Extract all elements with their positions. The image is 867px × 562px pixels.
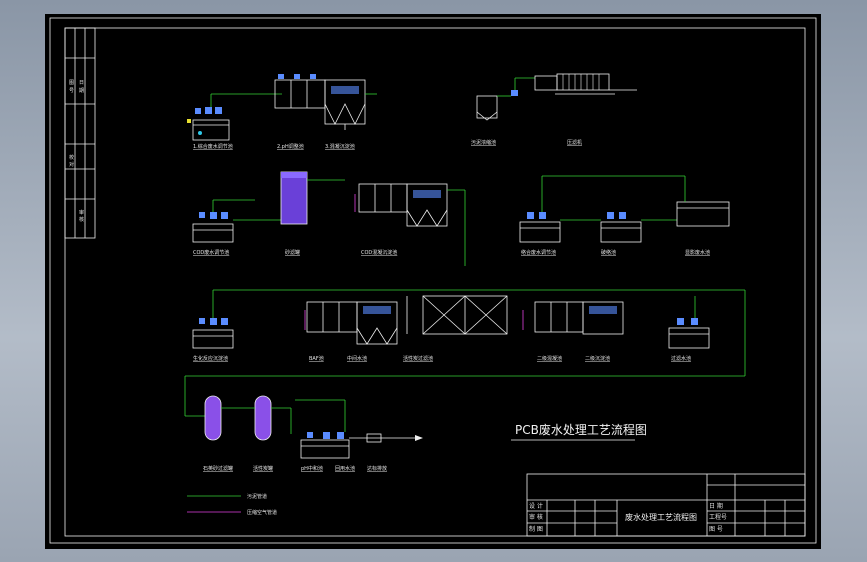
label-u23: 达标排放 (367, 465, 387, 472)
title-block-name: 废水处理工艺流程图 (625, 512, 697, 522)
tb-cell-review: 审 核 (529, 513, 543, 521)
label-u6: COD废水调节池 (193, 249, 229, 256)
row4-group: 石英砂过滤罐 活性炭罐 pH中和池 回用水池 达标排放 (184, 376, 423, 472)
tb-cell-drawno: 图 号 (709, 526, 723, 533)
label-u22: 回用水池 (335, 465, 355, 472)
label-u15: 活性炭过滤池 (403, 355, 433, 362)
row2-group: COD废水调节池 砂滤罐 COD混凝沉淀池 络合废水调节池 破络池 显影废水池 (192, 171, 730, 266)
drawing-title: PCB废水处理工艺流程图 (515, 422, 647, 437)
process-flow-diagram: 图 号 日 期 校 对 审 核 1.综合废水调节池 2.pH调整池 3.混凝沉淀… (49, 17, 817, 544)
label-u1: 1.综合废水调节池 (193, 143, 233, 150)
inner-frame (64, 27, 806, 537)
legend: 污泥管道 压缩空气管道 (187, 493, 277, 516)
label-u11: 显影废水池 (685, 249, 710, 256)
label-u16: 二级混凝池 (537, 355, 562, 362)
strip-text-3: 期 (79, 88, 84, 94)
legend-label-1: 压缩空气管道 (247, 509, 277, 516)
strip-text-6: 审 (79, 209, 84, 216)
label-u13: BAF池 (309, 355, 324, 362)
label-u8: COD混凝沉淀池 (361, 249, 397, 256)
cad-viewport: 图 号 日 期 校 对 审 核 1.综合废水调节池 2.pH调整池 3.混凝沉淀… (0, 0, 867, 562)
label-u19: 石英砂过滤罐 (203, 465, 233, 472)
strip-text-7: 核 (79, 216, 84, 223)
outer-frame (49, 17, 817, 544)
legend-label-0: 污泥管道 (247, 493, 267, 500)
label-u14: 中间水池 (347, 355, 367, 362)
label-u3: 3.混凝沉淀池 (325, 143, 355, 150)
tb-cell-project: 工程号 (709, 513, 727, 521)
drawing-sheet: 图 号 日 期 校 对 审 核 1.综合废水调节池 2.pH调整池 3.混凝沉淀… (45, 14, 821, 549)
label-u17: 二级沉淀池 (585, 355, 610, 362)
label-u9: 络合废水调节池 (521, 249, 556, 256)
label-u4: 污泥浓缩池 (471, 139, 496, 146)
row3-group: 生化反应沉淀池 BAF池 中间水池 活性炭过滤池 二级混凝池 二级沉淀池 过滤水… (185, 289, 746, 377)
label-u7: 砂滤罐 (285, 249, 300, 256)
strip-text-1: 号 (69, 88, 74, 94)
label-u18: 过滤水池 (671, 355, 691, 362)
row1-group: 1.综合废水调节池 2.pH调整池 3.混凝沉淀池 污泥浓缩池 压滤机 (187, 73, 637, 150)
tb-cell-design: 设 计 (529, 502, 543, 510)
title-block: 设 计 审 核 制 图 日 期 工程号 图 号 废水处理工艺流程图 (526, 473, 806, 537)
left-revision-strip: 图 号 日 期 校 对 审 核 (64, 27, 96, 239)
label-u2: 2.pH调整池 (277, 143, 304, 150)
strip-text-0: 图 (69, 80, 74, 86)
tb-cell-draw: 制 图 (529, 525, 543, 533)
strip-text-4: 校 (69, 154, 74, 161)
strip-text-5: 对 (69, 161, 74, 168)
label-u10: 破络池 (601, 249, 616, 256)
label-u21: pH中和池 (301, 465, 323, 472)
label-u5: 压滤机 (567, 139, 582, 146)
label-u20: 活性炭罐 (253, 465, 273, 472)
strip-text-2: 日 (79, 80, 84, 86)
label-u12: 生化反应沉淀池 (193, 355, 228, 362)
tb-cell-date: 日 期 (709, 502, 723, 510)
